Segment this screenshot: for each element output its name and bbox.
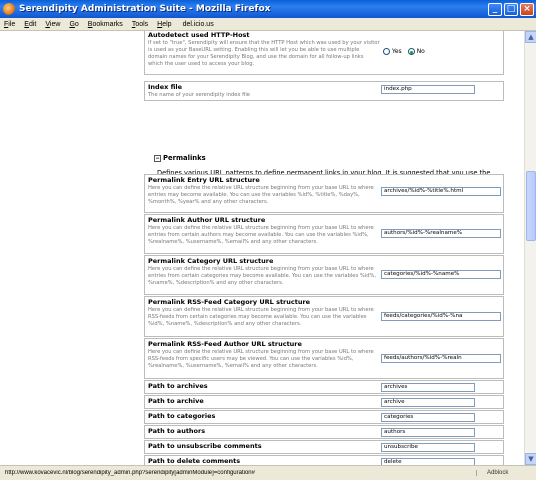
autodetect-no-radio[interactable] — [407, 48, 415, 55]
config-description: Here you can define the relative URL str… — [148, 307, 374, 327]
config-row-index-file: Index file The name of your serendipity … — [144, 81, 504, 101]
config-row-entry-url: Permalink Entry URL structure Here you c… — [144, 174, 504, 213]
menu-view[interactable]: View — [45, 21, 60, 28]
path-unsubscribe-input[interactable]: unsubscribe — [381, 443, 475, 452]
path-authors-input[interactable]: authors — [381, 428, 475, 437]
status-bar: http://www.kovacevic.nl/blog/serendipity… — [0, 465, 536, 480]
menu-go[interactable]: Go — [69, 21, 78, 28]
menu-bar: File Edit View Go Bookmarks Tools Help d… — [0, 18, 536, 31]
radio-label-yes: Yes — [392, 48, 402, 55]
config-description: If set to "true", Serendipity will ensur… — [148, 40, 380, 67]
scroll-up-arrow-icon[interactable]: ▲ — [525, 31, 536, 43]
entry-url-input[interactable]: archives/%id%-%title%.html — [381, 187, 501, 196]
close-button[interactable]: × — [520, 2, 534, 16]
menu-help[interactable]: Help — [157, 21, 171, 28]
config-description: Here you can define the relative URL str… — [148, 349, 374, 369]
menu-file[interactable]: File — [4, 21, 15, 28]
config-description: Here you can define the relative URL str… — [148, 185, 374, 205]
config-row-path-categories: Path to categories categories — [144, 410, 504, 424]
config-row-autodetect: Autodetect used HTTP-Host If set to "tru… — [144, 31, 504, 75]
menu-tools[interactable]: Tools — [132, 21, 148, 28]
config-title: Path to delete comments — [148, 457, 241, 465]
path-delete-input[interactable]: delete — [381, 458, 475, 465]
path-archive-input[interactable]: archive — [381, 398, 475, 407]
maximize-button[interactable]: □ — [504, 2, 518, 16]
index-file-input[interactable]: index.php — [381, 85, 475, 94]
page-content: Autodetect used HTTP-Host If set to "tru… — [0, 31, 524, 465]
config-row-rss-category-url: Permalink RSS-Feed Category URL structur… — [144, 296, 504, 337]
config-row-rss-author-url: Permalink RSS-Feed Author URL structure … — [144, 338, 504, 379]
config-row-category-url: Permalink Category URL structure Here yo… — [144, 255, 504, 295]
menu-edit[interactable]: Edit — [24, 21, 36, 28]
radio-label-no: No — [416, 48, 425, 55]
author-url-input[interactable]: authors/%id%-%realname% — [381, 229, 501, 238]
config-row-path-authors: Path to authors authors — [144, 425, 504, 439]
path-archives-input[interactable]: archives — [381, 383, 475, 392]
rss-category-url-input[interactable]: feeds/categories/%id%-%na — [381, 312, 501, 321]
config-title: Autodetect used HTTP-Host — [148, 31, 250, 39]
config-title: Path to authors — [148, 427, 206, 435]
minimize-button[interactable]: _ — [488, 2, 502, 16]
config-row-author-url: Permalink Author URL structure Here you … — [144, 214, 504, 254]
permalinks-title[interactable]: Permalinks — [163, 154, 206, 162]
config-title: Index file — [148, 83, 183, 91]
vertical-scrollbar[interactable]: ▲ ▼ — [524, 31, 536, 465]
config-row-path-archive: Path to archive archive — [144, 395, 504, 409]
path-categories-input[interactable]: categories — [381, 413, 475, 422]
config-title: Path to unsubscribe comments — [148, 442, 262, 450]
config-title: Path to categories — [148, 412, 216, 420]
config-row-path-unsubscribe: Path to unsubscribe comments unsubscribe — [144, 440, 504, 454]
config-row-path-archives: Path to archives archives — [144, 380, 504, 394]
menu-delicious[interactable]: del.icio.us — [183, 21, 214, 28]
config-description: The name of your serendipity index file — [148, 92, 250, 98]
menu-bookmarks[interactable]: Bookmarks — [88, 21, 123, 28]
config-description: Here you can define the relative URL str… — [148, 225, 374, 245]
config-title: Path to archives — [148, 382, 208, 390]
rss-author-url-input[interactable]: feeds/authors/%id%-%realn — [381, 354, 501, 363]
status-url: http://www.kovacevic.nl/blog/serendipity… — [5, 470, 255, 476]
category-url-input[interactable]: categories/%id%-%name% — [381, 270, 501, 279]
config-title: Path to archive — [148, 397, 204, 405]
firefox-icon — [3, 3, 15, 15]
config-title: Permalink RSS-Feed Category URL structur… — [148, 298, 311, 306]
scrollbar-thumb[interactable] — [526, 171, 536, 241]
config-title: Permalink Entry URL structure — [148, 176, 260, 184]
config-description: Here you can define the relative URL str… — [148, 266, 377, 286]
adblock-status[interactable]: Adblock — [476, 470, 536, 476]
config-title: Permalink Author URL structure — [148, 216, 266, 224]
scroll-down-arrow-icon[interactable]: ▼ — [525, 453, 536, 465]
autodetect-radio-group: Yes No — [383, 48, 431, 55]
permalinks-heading: − Permalinks — [154, 154, 206, 162]
autodetect-yes-radio[interactable] — [383, 48, 390, 55]
config-row-path-delete: Path to delete comments delete — [144, 455, 504, 465]
config-title: Permalink Category URL structure — [148, 257, 274, 265]
window-title: Serendipity Administration Suite - Mozil… — [19, 4, 271, 14]
config-title: Permalink RSS-Feed Author URL structure — [148, 340, 302, 348]
collapse-toggle-icon[interactable]: − — [154, 154, 161, 162]
window-titlebar[interactable]: Serendipity Administration Suite - Mozil… — [0, 0, 536, 18]
